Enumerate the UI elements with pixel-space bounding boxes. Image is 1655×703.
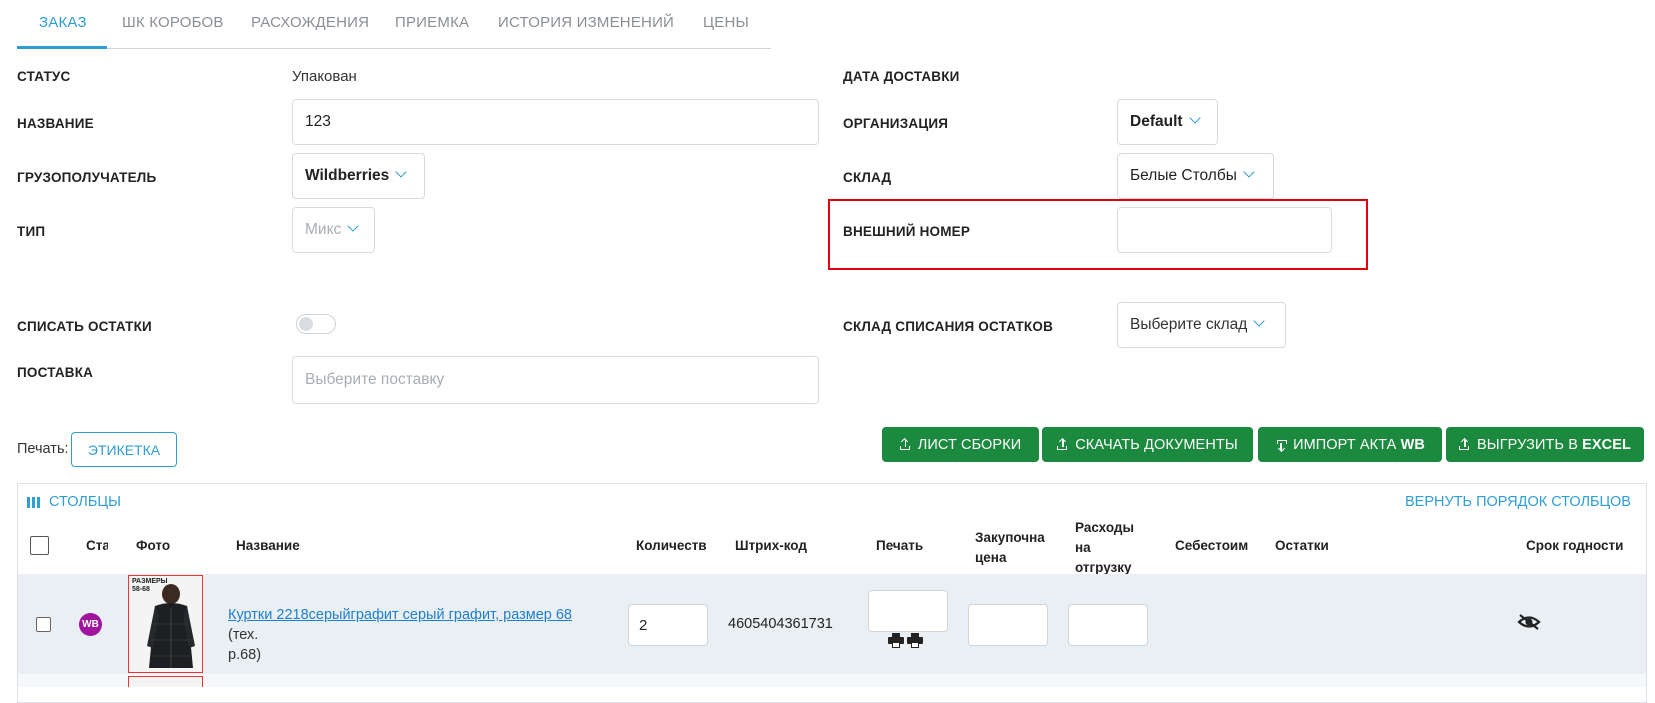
columns-label: СТОЛБЦЫ: [49, 494, 121, 510]
upload-icon: [899, 437, 912, 451]
export-label: ВЫГРУЗИТЬ В: [1477, 436, 1578, 453]
label-button[interactable]: ЭТИКЕТКА: [71, 432, 177, 467]
col-photo[interactable]: Фото: [136, 538, 170, 553]
writeoff-toggle[interactable]: [296, 314, 336, 334]
type-label: ТИП: [17, 224, 46, 239]
name-label: НАЗВАНИЕ: [17, 116, 94, 131]
product-name-suffix: (тех.: [228, 627, 259, 643]
name-field-value: 123: [305, 113, 331, 130]
import-act-wb-button[interactable]: ИМПОРТ АКТА WB: [1258, 427, 1442, 462]
purchase-price-input[interactable]: [968, 604, 1048, 646]
writeoff-label: СПИСАТЬ ОСТАТКИ: [17, 319, 152, 334]
col-expiry[interactable]: Срок годности: [1526, 538, 1623, 553]
status-label: СТАТУС: [17, 69, 71, 84]
download-icon: [1275, 439, 1287, 452]
tab-acceptance[interactable]: ПРИЕМКА: [395, 14, 469, 31]
supply-select[interactable]: Выберите поставку: [292, 356, 819, 404]
barcode-value: 4605404361731: [728, 616, 833, 632]
chevron-down-icon: [1253, 315, 1266, 327]
import-act-label: ИМПОРТ АКТА: [1293, 436, 1397, 453]
upload-icon: [1057, 437, 1069, 451]
reset-columns-link[interactable]: ВЕРНУТЬ ПОРЯДОК СТОЛБЦОВ: [1405, 494, 1631, 510]
tab-discrepancies[interactable]: РАСХОЖДЕНИЯ: [251, 14, 369, 31]
columns-icon: [27, 496, 40, 508]
chevron-down-icon: [1243, 166, 1255, 178]
wb-badge: WB: [79, 613, 102, 636]
quantity-input[interactable]: 2: [628, 604, 708, 646]
writeoff-warehouse-label: СКЛАД СПИСАНИЯ ОСТАТКОВ: [843, 319, 1054, 334]
tab-active-indicator: [17, 46, 107, 49]
product-name: Куртки 2218серыйграфит серый графит, раз…: [228, 605, 598, 665]
name-field[interactable]: 123: [292, 99, 819, 145]
col-name[interactable]: Название: [236, 538, 300, 553]
col-purchase-price-line1: Закупочна: [975, 530, 1045, 545]
tab-order[interactable]: ЗАКАЗ: [39, 14, 87, 31]
chevron-down-icon: [347, 220, 359, 232]
row-checkbox[interactable]: [36, 617, 51, 632]
product-photo[interactable]: [128, 676, 203, 687]
writeoff-warehouse-placeholder: Выберите склад: [1130, 316, 1248, 333]
tab-box-barcodes[interactable]: ШК КОРОБОВ: [122, 14, 224, 31]
columns-button[interactable]: СТОЛБЦЫ: [27, 494, 121, 510]
col-barcode[interactable]: Штрих-код: [735, 538, 807, 553]
col-status[interactable]: Ста: [86, 538, 108, 553]
col-shipping-line2: на: [1075, 540, 1091, 555]
upload-icon: [1459, 437, 1471, 451]
quantity-value: 2: [639, 617, 648, 634]
supply-label: ПОСТАВКА: [17, 365, 94, 380]
col-cost[interactable]: Себестоим: [1175, 538, 1248, 553]
supply-placeholder: Выберите поставку: [305, 371, 445, 388]
toggle-knob: [299, 317, 313, 331]
chevron-down-icon: [1188, 112, 1201, 124]
col-print[interactable]: Печать: [876, 538, 923, 553]
jacket-image: [147, 584, 195, 668]
consignee-value: Wildberries: [305, 167, 390, 184]
consignee-select[interactable]: Wildberries: [292, 153, 425, 199]
eye-off-icon[interactable]: [1517, 613, 1541, 631]
assembly-sheet-label: ЛИСТ СБОРКИ: [917, 436, 1022, 453]
select-all-checkbox[interactable]: [30, 536, 49, 555]
col-purchase-price[interactable]: Закупочна цена: [975, 528, 1047, 568]
chevron-down-icon: [395, 166, 407, 178]
warehouse-select[interactable]: Белые Столбы: [1117, 153, 1274, 199]
product-name-suffix-2: р.68): [228, 647, 262, 663]
print-count-input[interactable]: [868, 590, 948, 632]
table-row: [18, 674, 1646, 687]
organization-select[interactable]: Default: [1117, 99, 1218, 145]
import-act-wb-label: WB: [1400, 436, 1425, 453]
export-excel-button[interactable]: ВЫГРУЗИТЬ В EXCEL: [1446, 427, 1644, 462]
consignee-label: ГРУЗОПОЛУЧАТЕЛЬ: [17, 170, 157, 185]
tabs-divider: [17, 48, 771, 49]
tab-change-history[interactable]: ИСТОРИЯ ИЗМЕНЕНИЙ: [498, 14, 674, 31]
assembly-sheet-button[interactable]: ЛИСТ СБОРКИ: [882, 427, 1039, 462]
print-buttons: [888, 633, 923, 648]
export-excel-label: EXCEL: [1582, 436, 1631, 453]
download-documents-label: СКАЧАТЬ ДОКУМЕНТЫ: [1075, 436, 1238, 453]
warehouse-value: Белые Столбы: [1130, 167, 1237, 184]
printer-icon[interactable]: [888, 633, 904, 648]
highlight-frame: [828, 199, 1368, 270]
col-quantity[interactable]: Количеств: [636, 538, 708, 553]
organization-value: Default: [1130, 113, 1183, 130]
warehouse-label: СКЛАД: [843, 170, 892, 185]
col-stock[interactable]: Остатки: [1275, 538, 1329, 553]
organization-label: ОРГАНИЗАЦИЯ: [843, 116, 949, 131]
delivery-date-label: ДАТА ДОСТАВКИ: [843, 69, 960, 84]
status-value: Упакован: [292, 68, 357, 85]
download-documents-button[interactable]: СКАЧАТЬ ДОКУМЕНТЫ: [1042, 427, 1253, 462]
col-shipping-line1: Расходы: [1075, 520, 1135, 535]
product-photo[interactable]: РАЗМЕРЫ 58-68: [128, 575, 203, 673]
col-shipping-costs[interactable]: Расходы на отгрузку: [1075, 518, 1134, 578]
printer-icon[interactable]: [907, 633, 923, 648]
shipping-costs-input[interactable]: [1068, 604, 1148, 646]
type-placeholder: Микс: [305, 221, 342, 238]
product-link[interactable]: Куртки 2218серыйграфит серый графит, раз…: [228, 607, 572, 623]
tab-prices[interactable]: ЦЕНЫ: [703, 14, 749, 31]
writeoff-warehouse-select[interactable]: Выберите склад: [1117, 302, 1286, 348]
print-label: Печать:: [17, 441, 69, 457]
type-select[interactable]: Микс: [292, 207, 375, 253]
col-purchase-price-line2: цена: [975, 550, 1007, 565]
